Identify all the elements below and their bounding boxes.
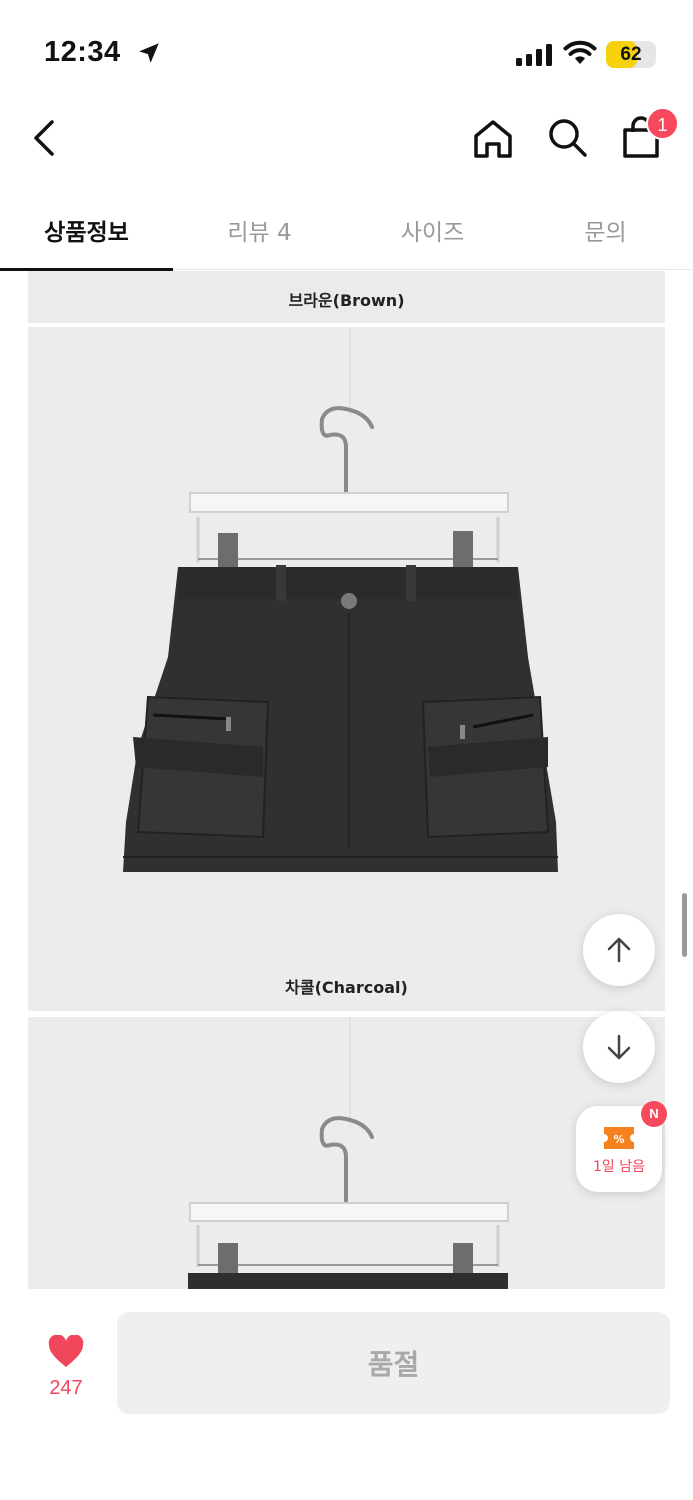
location-arrow-icon xyxy=(139,43,159,63)
bottom-action-bar: 247 품절 xyxy=(0,1289,693,1500)
product-image-brown: 브라운(Brown) xyxy=(28,271,665,323)
signal-icon xyxy=(516,44,552,66)
scroll-up-button[interactable] xyxy=(583,914,655,986)
arrow-up-icon xyxy=(607,937,631,963)
svg-text:%: % xyxy=(613,1133,624,1146)
image-caption: 브라운(Brown) xyxy=(288,291,405,310)
status-bar: 12:34 62 xyxy=(0,0,693,100)
skirt-photo-partial xyxy=(28,1017,665,1289)
tab-reviews[interactable]: 리뷰 4 xyxy=(173,190,346,270)
tab-inquiry[interactable]: 문의 xyxy=(519,190,692,270)
status-time: 12:34 xyxy=(44,36,121,68)
soldout-button[interactable]: 품절 xyxy=(117,1312,670,1414)
coupon-ticket-icon: % xyxy=(604,1127,634,1149)
home-icon[interactable] xyxy=(470,116,516,162)
back-icon[interactable] xyxy=(26,116,66,160)
wifi-icon xyxy=(563,40,597,64)
new-badge: N xyxy=(641,1101,667,1127)
product-tabs: 상품정보 리뷰 4 사이즈 문의 xyxy=(0,190,693,271)
scroll-indicator[interactable] xyxy=(682,893,687,957)
app-header xyxy=(0,100,693,180)
tab-size[interactable]: 사이즈 xyxy=(346,190,519,270)
coupon-label: 1일 남음 xyxy=(593,1159,645,1175)
battery-percent: 62 xyxy=(620,44,642,65)
scroll-down-button[interactable] xyxy=(583,1011,655,1083)
cart-badge: 1 xyxy=(646,107,679,140)
heart-icon[interactable] xyxy=(48,1335,84,1369)
tab-product-info[interactable]: 상품정보 xyxy=(0,190,173,271)
product-image-next xyxy=(28,1017,665,1289)
charcoal-skirt-photo xyxy=(28,327,665,1011)
arrow-down-icon xyxy=(607,1034,631,1060)
image-caption: 차콜(Charcoal) xyxy=(285,978,408,997)
battery-icon: 62 xyxy=(606,41,656,68)
like-count: 247 xyxy=(49,1377,83,1399)
search-icon[interactable] xyxy=(544,114,590,160)
product-image-charcoal: 차콜(Charcoal) xyxy=(28,327,665,1011)
